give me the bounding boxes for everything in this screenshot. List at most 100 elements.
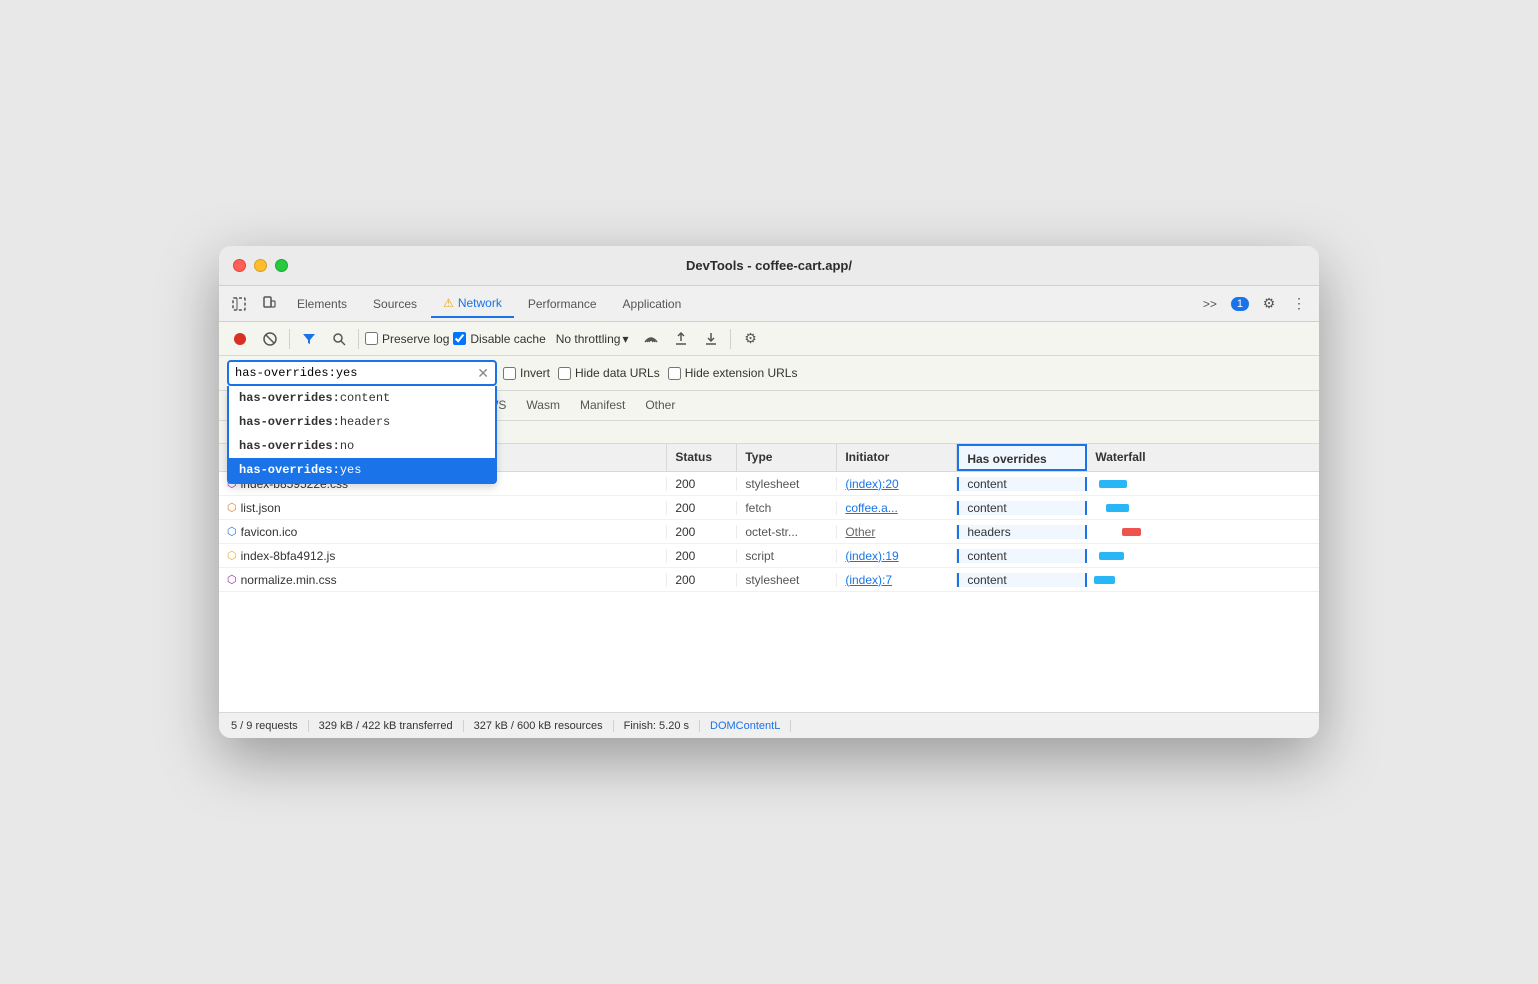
- settings-icon[interactable]: ⚙: [1255, 290, 1283, 318]
- row-overrides: content: [957, 477, 1087, 491]
- invert-checkbox[interactable]: Invert: [503, 366, 550, 380]
- file-icon-json: ⬡: [227, 501, 237, 514]
- devtools-window: DevTools - coffee-cart.app/ Elements Sou…: [219, 246, 1319, 738]
- row-waterfall: [1087, 520, 1319, 543]
- statusbar-finish: Finish: 5.20 s: [614, 720, 700, 732]
- type-tab-wasm[interactable]: Wasm: [516, 391, 570, 421]
- tab-elements[interactable]: Elements: [285, 290, 359, 318]
- header-waterfall[interactable]: Waterfall: [1087, 444, 1319, 471]
- disable-cache-checkbox[interactable]: Disable cache: [453, 332, 545, 346]
- file-icon-js: ⬡: [227, 549, 237, 562]
- filter-input-wrapper: ✕: [227, 360, 497, 386]
- dropdown-item-headers[interactable]: has-overrides:headers: [229, 410, 495, 434]
- minimize-button[interactable]: [254, 259, 267, 272]
- statusbar-domcontent: DOMContentL: [700, 720, 791, 732]
- devtools-tabbar: Elements Sources ⚠ Network Performance A…: [219, 286, 1319, 322]
- filter-options: Invert Hide data URLs Hide extension URL…: [503, 366, 797, 380]
- traffic-lights: [233, 259, 288, 272]
- row-waterfall: [1087, 544, 1319, 567]
- hide-ext-urls-checkbox[interactable]: Hide extension URLs: [668, 366, 798, 380]
- row-overrides: headers: [957, 525, 1087, 539]
- row-status: 200: [667, 501, 737, 515]
- table-row[interactable]: ⬡ favicon.ico 200 octet-str... Other hea…: [219, 520, 1319, 544]
- device-icon[interactable]: [255, 290, 283, 318]
- table-empty-space: [219, 592, 1319, 712]
- row-type: stylesheet: [737, 477, 837, 491]
- statusbar-transfer: 329 kB / 422 kB transferred: [309, 720, 464, 732]
- tab-performance[interactable]: Performance: [516, 290, 609, 318]
- domcontent-link[interactable]: DOMContentL: [710, 720, 780, 732]
- maximize-button[interactable]: [275, 259, 288, 272]
- row-overrides: content: [957, 573, 1087, 587]
- row-status: 200: [667, 477, 737, 491]
- network-toolbar: Preserve log Disable cache No throttling…: [219, 322, 1319, 356]
- network-table: Name Status Type Initiator Has overrides…: [219, 444, 1319, 712]
- warning-icon: ⚠: [443, 296, 454, 310]
- header-overrides[interactable]: Has overrides: [957, 444, 1087, 471]
- row-type: stylesheet: [737, 573, 837, 587]
- row-initiator[interactable]: (index):19: [837, 549, 957, 563]
- filter-input[interactable]: [235, 366, 477, 380]
- table-row[interactable]: ⬡ list.json 200 fetch coffee.a... conten…: [219, 496, 1319, 520]
- clear-button[interactable]: [257, 326, 283, 352]
- hide-data-urls-checkbox[interactable]: Hide data URLs: [558, 366, 660, 380]
- window-title: DevTools - coffee-cart.app/: [686, 258, 852, 273]
- filter-bar: ✕ has-overrides:content has-overrides:he…: [219, 356, 1319, 391]
- statusbar: 5 / 9 requests 329 kB / 422 kB transferr…: [219, 712, 1319, 738]
- dropdown-item-no[interactable]: has-overrides:no: [229, 434, 495, 458]
- tab-sources[interactable]: Sources: [361, 290, 429, 318]
- row-type: script: [737, 549, 837, 563]
- tab-more[interactable]: >>: [1191, 290, 1229, 318]
- statusbar-requests: 5 / 9 requests: [231, 720, 309, 732]
- row-initiator[interactable]: (index):20: [837, 477, 957, 491]
- more-options-icon[interactable]: ⋮: [1285, 290, 1313, 318]
- search-icon[interactable]: [326, 326, 352, 352]
- statusbar-resources: 327 kB / 600 kB resources: [464, 720, 614, 732]
- row-status: 200: [667, 525, 737, 539]
- header-status[interactable]: Status: [667, 444, 737, 471]
- row-waterfall: [1087, 568, 1319, 591]
- download-icon[interactable]: [698, 326, 724, 352]
- row-overrides: content: [957, 549, 1087, 563]
- row-type: octet-str...: [737, 525, 837, 539]
- filter-clear-button[interactable]: ✕: [477, 366, 489, 380]
- file-icon-ico: ⬡: [227, 525, 237, 538]
- row-name-js: ⬡ index-8bfa4912.js: [219, 549, 667, 563]
- filter-input-container: ✕ has-overrides:content has-overrides:he…: [227, 360, 497, 386]
- tab-application[interactable]: Application: [611, 290, 694, 318]
- table-row[interactable]: ⬡ index-8bfa4912.js 200 script (index):1…: [219, 544, 1319, 568]
- record-button[interactable]: [227, 326, 253, 352]
- console-badge[interactable]: 1: [1231, 297, 1249, 311]
- row-name-json: ⬡ list.json: [219, 501, 667, 515]
- titlebar: DevTools - coffee-cart.app/: [219, 246, 1319, 286]
- header-initiator[interactable]: Initiator: [837, 444, 957, 471]
- row-waterfall: [1087, 496, 1319, 519]
- type-tab-other[interactable]: Other: [635, 391, 685, 421]
- throttle-select[interactable]: No throttling ▾: [550, 330, 635, 348]
- row-type: fetch: [737, 501, 837, 515]
- row-status: 200: [667, 573, 737, 587]
- row-overrides: content: [957, 501, 1087, 515]
- network-conditions-icon[interactable]: [638, 326, 664, 352]
- table-row[interactable]: ⬡ normalize.min.css 200 stylesheet (inde…: [219, 568, 1319, 592]
- row-status: 200: [667, 549, 737, 563]
- inspect-icon[interactable]: [225, 290, 253, 318]
- preserve-log-checkbox[interactable]: Preserve log: [365, 332, 449, 346]
- tab-network[interactable]: ⚠ Network: [431, 290, 514, 318]
- dropdown-item-yes[interactable]: has-overrides:yes: [229, 458, 495, 482]
- row-name-ico: ⬡ favicon.ico: [219, 525, 667, 539]
- header-type[interactable]: Type: [737, 444, 837, 471]
- dropdown-item-content[interactable]: has-overrides:content: [229, 386, 495, 410]
- row-initiator: Other: [837, 525, 957, 539]
- type-tab-manifest[interactable]: Manifest: [570, 391, 635, 421]
- filter-dropdown: has-overrides:content has-overrides:head…: [227, 386, 497, 484]
- file-icon-css-2: ⬡: [227, 573, 237, 586]
- settings-icon-toolbar[interactable]: ⚙: [737, 326, 763, 352]
- row-initiator[interactable]: coffee.a...: [837, 501, 957, 515]
- row-waterfall: [1087, 472, 1319, 495]
- row-name-mincss: ⬡ normalize.min.css: [219, 573, 667, 587]
- upload-icon[interactable]: [668, 326, 694, 352]
- close-button[interactable]: [233, 259, 246, 272]
- filter-icon[interactable]: [296, 326, 322, 352]
- row-initiator[interactable]: (index):7: [837, 573, 957, 587]
